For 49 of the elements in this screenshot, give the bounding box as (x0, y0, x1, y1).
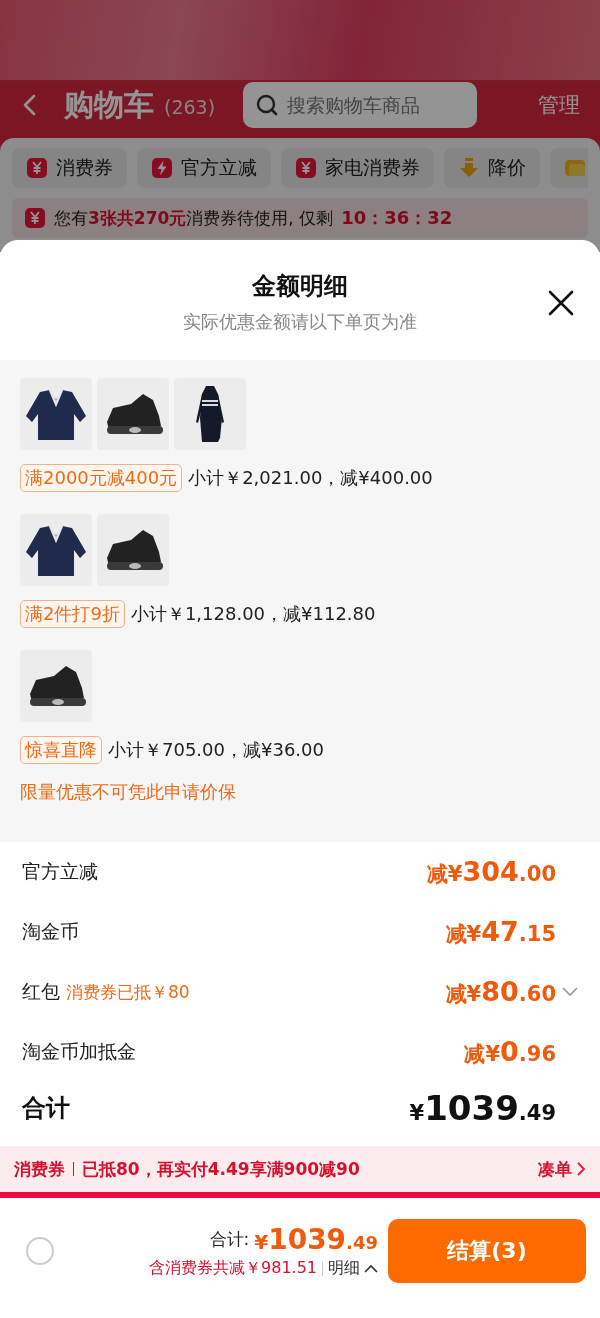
coupon-icon (295, 157, 317, 179)
search-field[interactable]: 搜索购物车商品 (243, 82, 478, 128)
discount-amount: 减¥0.96 (464, 1036, 556, 1068)
manage-link[interactable]: 管理 (538, 91, 580, 119)
item-count: (263) (164, 96, 216, 118)
discount-label: 淘金币 (22, 919, 79, 944)
discount-label: 红包 (22, 979, 60, 1004)
coupon-icon (26, 157, 48, 179)
checkout-button[interactable]: 结算(3) (388, 1219, 586, 1283)
saving-text: 含消费券共减￥981.51 (149, 1258, 317, 1279)
chevron-up-icon (364, 1264, 378, 1273)
subtotal-text: 小计￥2,021.00，减¥400.00 (188, 466, 433, 490)
promo-tag: 满2000元减400元 (20, 464, 183, 492)
chevron-down-icon[interactable] (562, 987, 578, 997)
discount-label: 官方立减 (22, 859, 98, 884)
total-label: 合计 (22, 1093, 71, 1124)
promo-tag: 满2件打9折 (20, 600, 125, 628)
filter-chip[interactable]: 消费券 (12, 148, 127, 188)
select-all-radio[interactable] (26, 1237, 54, 1265)
detail-link[interactable]: 明细 (328, 1258, 378, 1279)
filter-chip[interactable]: 家电消费券 (281, 148, 434, 188)
coupon-text: 已抵80，再实付4.49享满900减90 (82, 1157, 361, 1181)
subtotal-text: 小计￥1,128.00，减¥112.80 (130, 602, 376, 626)
down-arrow-icon (458, 157, 480, 179)
add-items-link[interactable]: 凑单 (538, 1157, 586, 1181)
discount-detail: 消费券已抵￥80 (66, 981, 190, 1004)
discount-label: 淘金币加抵金 (22, 1039, 136, 1064)
notice-text: 您有3张共270元消费券待使用, 仅剩 (54, 206, 334, 230)
total-amount: ¥1039.49 (254, 1223, 378, 1256)
countdown-timer: 10：36：32 (341, 206, 453, 230)
note-text: 限量优惠不可凭此申请价保 (20, 780, 237, 804)
sheet-subtitle: 实际优惠金额请以下单页为准 (183, 310, 417, 334)
page-title: 购物车 (64, 85, 154, 124)
coupon-icon (24, 207, 46, 229)
wallet-icon (564, 157, 586, 179)
close-icon[interactable] (548, 290, 574, 316)
sheet-title: 金额明细 (252, 271, 348, 302)
promo-tag: 惊喜直降 (20, 736, 102, 764)
filter-chip[interactable]: 降价 (444, 148, 540, 188)
filter-chip[interactable]: 官方立减 (137, 148, 271, 188)
chevron-right-icon (576, 1162, 586, 1176)
subtotal-text: 小计￥705.00，减¥36.00 (108, 738, 324, 762)
discount-amount: 减¥47.15 (445, 916, 556, 948)
coupon-label: 消费券 (14, 1157, 65, 1181)
discount-amount: 减¥304.00 (426, 856, 556, 888)
lightning-icon (151, 157, 173, 179)
total-amount: ¥1039.49 (409, 1088, 556, 1128)
total-label: 合计: (209, 1228, 250, 1251)
discount-amount: 减¥80.60 (445, 976, 556, 1008)
